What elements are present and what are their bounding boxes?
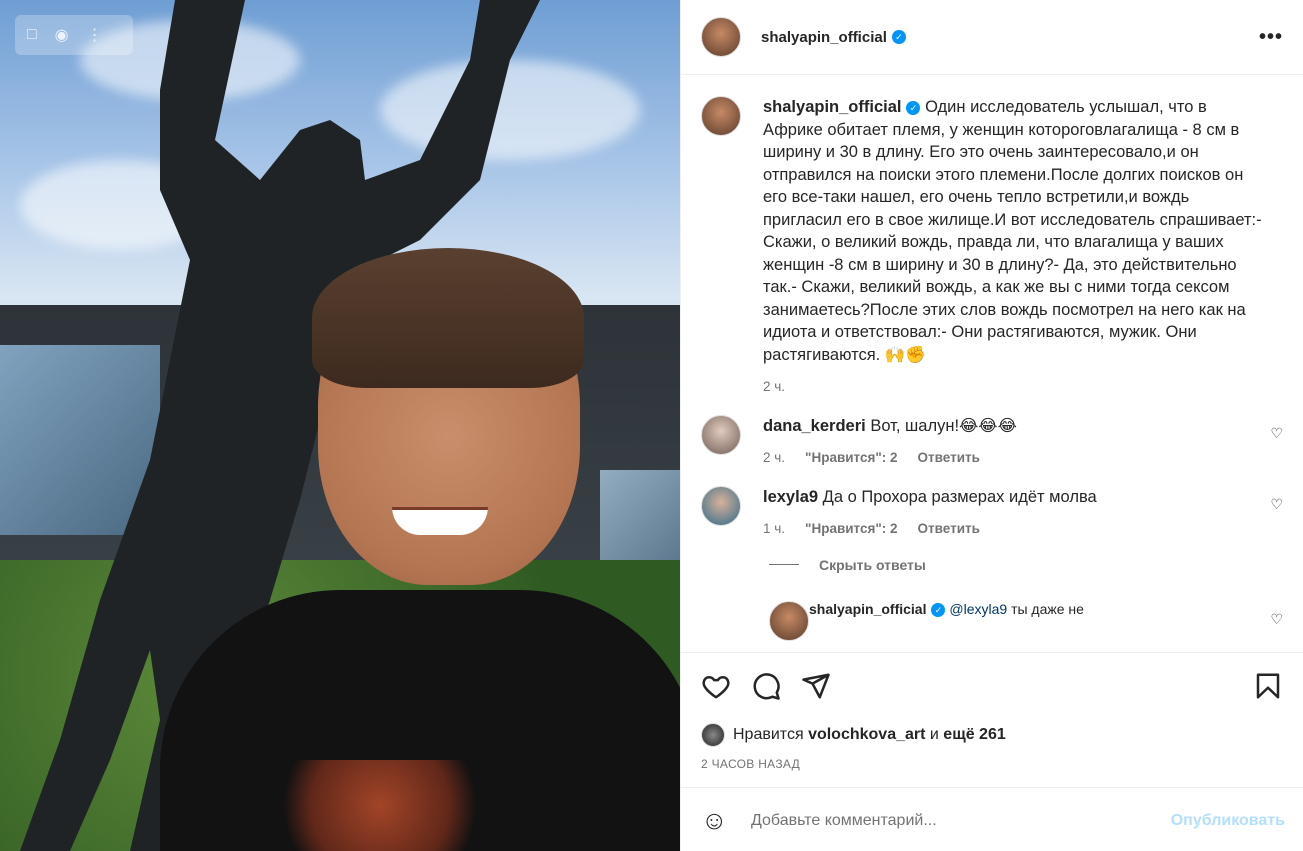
- liker-username[interactable]: volochkova_art: [808, 726, 925, 744]
- hide-replies-button[interactable]: Скрыть ответы: [769, 557, 1283, 573]
- likes-others[interactable]: ещё 261: [943, 726, 1005, 744]
- comment-input[interactable]: [751, 811, 1171, 830]
- reply-item: shalyapin_official ✓ @lexyla9 ты даже не …: [769, 600, 1283, 641]
- reply-button[interactable]: Ответить: [918, 447, 980, 470]
- verified-badge-icon: ✓: [891, 30, 906, 44]
- liker-avatar[interactable]: [701, 723, 725, 747]
- comment-like-count[interactable]: "Нравится": 2: [805, 518, 897, 541]
- add-comment-bar: ☺ Опубликовать: [681, 787, 1303, 851]
- divider-line: [769, 564, 799, 565]
- camera-icon[interactable]: ◉: [55, 25, 69, 45]
- commenter-avatar[interactable]: [701, 414, 741, 455]
- post-photo[interactable]: □ ◉ ⋮: [0, 0, 680, 851]
- comment-author[interactable]: dana_kerderi: [763, 417, 866, 435]
- bookmark-icon[interactable]: [1253, 671, 1283, 701]
- post-header: shalyapin_official ✓ •••: [681, 0, 1303, 75]
- comment-text: Вот, шалун!😂😂😂: [870, 416, 1017, 435]
- heart-icon[interactable]: [701, 671, 731, 701]
- comment-author[interactable]: lexyla9: [763, 488, 818, 506]
- likes-conj: и: [929, 726, 939, 743]
- shirt-print: [250, 760, 510, 851]
- share-icon[interactable]: [801, 671, 831, 701]
- comment-item: dana_kerderi Вот, шалун!😂😂😂 2 ч. "Нравит…: [701, 414, 1283, 470]
- post-time[interactable]: 2 ЧАСОВ НАЗАД: [701, 757, 1283, 771]
- smile: [392, 507, 488, 535]
- more-horizontal-icon[interactable]: •••: [1259, 26, 1283, 49]
- heart-icon[interactable]: ♡: [1270, 611, 1283, 628]
- hair: [312, 248, 584, 388]
- comment-text: Да о Прохора размерах идёт молва: [822, 487, 1097, 506]
- reply-author-avatar[interactable]: [769, 600, 809, 641]
- hide-replies-label: Скрыть ответы: [819, 556, 926, 573]
- verified-badge-icon: ✓: [931, 602, 946, 617]
- author-avatar[interactable]: [701, 17, 741, 57]
- publish-button[interactable]: Опубликовать: [1171, 812, 1285, 830]
- comment-like-count[interactable]: "Нравится": 2: [805, 447, 897, 470]
- post-details-panel: shalyapin_official ✓ ••• shalyapin_offic…: [680, 0, 1303, 851]
- caption-time[interactable]: 2 ч.: [763, 376, 785, 399]
- reply-text: ты даже не: [1011, 600, 1084, 617]
- likes-prefix: Нравится: [733, 726, 804, 743]
- commenter-avatar[interactable]: [701, 485, 741, 526]
- heart-icon[interactable]: ♡: [1270, 496, 1283, 513]
- emoji-icon[interactable]: ☺: [701, 805, 731, 836]
- reply-mention[interactable]: @lexyla9: [949, 601, 1007, 617]
- comment-time[interactable]: 2 ч.: [763, 447, 785, 470]
- comment-meta: 2 ч. "Нравится": 2 Ответить: [763, 447, 1268, 470]
- comments-list[interactable]: shalyapin_official ✓ Один исследователь у…: [681, 76, 1303, 651]
- caption: shalyapin_official ✓ Один исследователь у…: [701, 96, 1283, 399]
- caption-author-avatar[interactable]: [701, 96, 741, 136]
- heart-icon[interactable]: ♡: [1270, 425, 1283, 442]
- likes-summary: Нравится volochkova_art и ещё 261: [701, 723, 1283, 747]
- post-actions: Нравится volochkova_art и ещё 261 2 ЧАСО…: [681, 652, 1303, 851]
- post-dialog: □ ◉ ⋮ shalyapin_official ✓ ••• shalyapin…: [0, 0, 1303, 851]
- reply-author[interactable]: shalyapin_official: [809, 601, 926, 617]
- comment-icon[interactable]: [751, 671, 781, 701]
- comment-meta: 1 ч. "Нравится": 2 Ответить: [763, 518, 1268, 541]
- caption-author[interactable]: shalyapin_official: [763, 98, 901, 116]
- more-vertical-icon[interactable]: ⋮: [87, 25, 103, 45]
- author-username[interactable]: shalyapin_official: [761, 29, 887, 46]
- bookmark-icon[interactable]: □: [27, 26, 37, 44]
- photo-tools: □ ◉ ⋮: [15, 15, 133, 55]
- action-icons: [701, 671, 1283, 701]
- comment-item: lexyla9 Да о Прохора размерах идёт молва…: [701, 485, 1283, 541]
- caption-text: Один исследователь услышал, что в Африке…: [763, 98, 1262, 364]
- reply-button[interactable]: Ответить: [918, 518, 980, 541]
- caption-meta: 2 ч.: [763, 376, 1268, 399]
- verified-badge-icon: ✓: [906, 101, 921, 115]
- comment-time[interactable]: 1 ч.: [763, 518, 785, 541]
